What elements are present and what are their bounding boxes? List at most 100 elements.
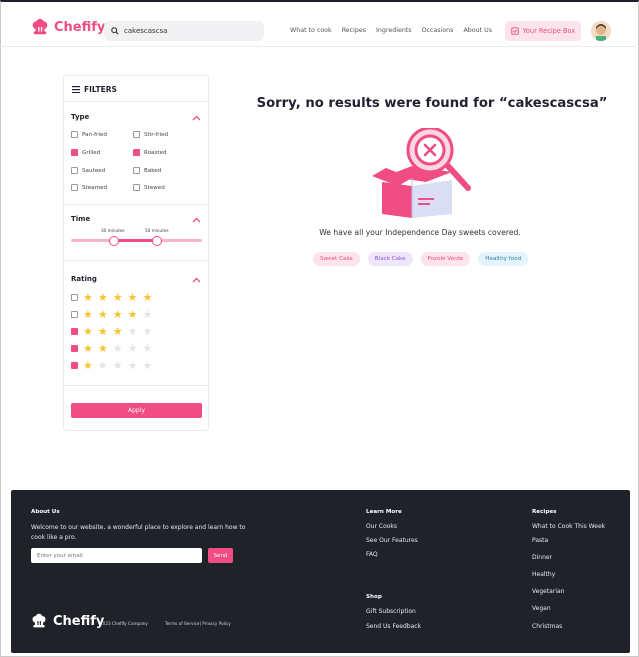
nav-about-us[interactable]: About Us	[463, 27, 492, 34]
checkbox[interactable]	[71, 184, 78, 191]
star-empty-icon: ★	[112, 342, 123, 355]
footer-learn-title: Learn More	[366, 509, 402, 515]
star-filled-icon: ★	[83, 359, 93, 372]
type-section-title: Type	[71, 113, 90, 121]
star-filled-icon: ★	[83, 308, 93, 321]
star-filled-icon: ★	[83, 291, 93, 304]
footer-link-features[interactable]: See Our Features	[366, 537, 418, 544]
footer: About Us Welcome to our website, a wonde…	[11, 490, 630, 653]
chevron-up-icon[interactable]	[192, 217, 201, 223]
recipe-box-icon	[511, 27, 519, 35]
footer-about-text-1: Welcome to our website, a wonderful plac…	[31, 524, 246, 531]
footer-link-our-cooks[interactable]: Our Cooks	[366, 523, 397, 530]
type-option-stir-fried[interactable]: Stir-fried	[133, 131, 168, 138]
star-filled-icon: ★	[97, 342, 108, 355]
nav-what-to-cook[interactable]: What to cook	[290, 27, 332, 34]
checkbox-checked[interactable]	[133, 149, 140, 156]
star-filled-icon: ★	[142, 291, 153, 304]
checkbox[interactable]	[133, 167, 140, 174]
top-header: Chefify What to cook Recipes Ingredients…	[0, 2, 639, 47]
tag-sweet-cake[interactable]: Sweet Cake	[313, 252, 360, 266]
filters-title: FILTERS	[84, 85, 117, 94]
chevron-up-icon[interactable]	[192, 115, 201, 121]
footer-link-gift[interactable]: Gift Subscription	[366, 608, 416, 615]
rating-option-2[interactable]: ★ ★ ★ ★ ★	[71, 343, 152, 354]
checkbox[interactable]	[71, 311, 78, 318]
search-input[interactable]	[124, 27, 254, 35]
divider	[64, 385, 208, 386]
nav-recipes[interactable]: Recipes	[342, 27, 366, 34]
tag-black-cake[interactable]: Black Cake	[367, 252, 413, 266]
footer-link-feedback[interactable]: Send Us Feedback	[366, 623, 421, 630]
checkbox[interactable]	[133, 131, 140, 138]
type-option-grilled[interactable]: Grilled	[71, 149, 100, 156]
tag-healthy-food[interactable]: Healthy food	[478, 252, 529, 266]
recipe-box-label: Your Recipe Box	[522, 27, 576, 35]
user-avatar[interactable]	[591, 21, 611, 41]
rating-option-4[interactable]: ★ ★ ★ ★ ★	[71, 309, 152, 320]
footer-shop-title: Shop	[366, 594, 382, 600]
checkbox-checked[interactable]	[71, 149, 78, 156]
star-empty-icon: ★	[142, 342, 153, 355]
footer-send-button[interactable]: Send	[208, 548, 233, 563]
chevron-up-icon[interactable]	[192, 277, 201, 283]
footer-link-vegan[interactable]: Vegan	[532, 605, 551, 612]
checkbox-checked[interactable]	[71, 362, 78, 369]
chef-hat-icon	[32, 613, 46, 628]
footer-brand-name: Chefify	[53, 613, 105, 629]
star-filled-icon: ★	[112, 291, 123, 304]
footer-link-what-to-cook[interactable]: What to Cook This Week	[532, 523, 605, 530]
footer-about-text-2: cook like a pro.	[31, 534, 77, 541]
type-option-stewed[interactable]: Stewed	[133, 184, 165, 191]
star-filled-icon: ★	[127, 308, 138, 321]
star-empty-icon: ★	[142, 325, 153, 338]
star-empty-icon: ★	[142, 308, 153, 321]
star-empty-icon: ★	[142, 359, 153, 372]
rating-option-3[interactable]: ★ ★ ★ ★ ★	[71, 326, 152, 337]
rating-option-5[interactable]: ★ ★ ★ ★ ★	[71, 292, 152, 303]
footer-brand-logo[interactable]: Chefify	[31, 613, 104, 629]
footer-link-christmas[interactable]: Christmas	[532, 623, 562, 630]
footer-link-dinner[interactable]: Dinner	[532, 554, 552, 561]
tag-pozole-verde[interactable]: Pozole Verde	[420, 252, 471, 266]
footer-link-faq[interactable]: FAQ	[366, 551, 378, 558]
type-option-baked[interactable]: Baked	[133, 167, 161, 174]
checkbox[interactable]	[133, 184, 140, 191]
no-results-heading: Sorry, no results were found for “cakesc…	[256, 96, 608, 111]
footer-about-title: About Us	[31, 509, 60, 515]
footer-link-pasta[interactable]: Pasta	[532, 537, 548, 544]
nav-occasions[interactable]: Occasions	[422, 27, 454, 34]
chef-hat-icon	[32, 18, 48, 35]
checkbox-checked[interactable]	[71, 345, 78, 352]
type-option-pan-fried[interactable]: Pan-fried	[71, 131, 107, 138]
apply-button[interactable]: Apply	[71, 403, 202, 418]
type-option-roasted[interactable]: Roasted	[133, 149, 167, 156]
time-slider-min-handle[interactable]	[109, 236, 119, 246]
rating-option-1[interactable]: ★ ★ ★ ★ ★	[71, 360, 152, 371]
star-empty-icon: ★	[112, 359, 123, 372]
star-filled-icon: ★	[97, 308, 108, 321]
search-bar[interactable]	[104, 21, 264, 41]
nav-ingredients[interactable]: Ingredients	[376, 27, 412, 34]
type-option-sauteed[interactable]: Sauteed	[71, 167, 105, 174]
time-slider-max-handle[interactable]	[152, 236, 162, 246]
type-option-steamed[interactable]: Steamed	[71, 184, 107, 191]
checkbox[interactable]	[71, 167, 78, 174]
no-results-subtext: We have all your Independence Day sweets…	[319, 228, 521, 237]
star-filled-icon: ★	[97, 291, 108, 304]
footer-link-healthy[interactable]: Healthy	[532, 571, 555, 578]
checkbox[interactable]	[71, 294, 78, 301]
divider	[64, 260, 208, 261]
brand-logo[interactable]: Chefify	[31, 18, 105, 36]
search-icon	[111, 27, 119, 35]
checkbox[interactable]	[71, 131, 78, 138]
footer-email-input[interactable]	[31, 548, 202, 563]
star-filled-icon: ★	[83, 342, 93, 355]
star-filled-icon: ★	[112, 325, 123, 338]
footer-terms-link[interactable]: Terms of Service| Privacy Policy	[165, 621, 231, 626]
filters-header: FILTERS	[72, 85, 117, 94]
checkbox-checked[interactable]	[71, 328, 78, 335]
recipe-box-button[interactable]: Your Recipe Box	[505, 21, 581, 41]
time-slider-range	[114, 239, 157, 242]
footer-link-vegetarian[interactable]: Vegetarian	[532, 588, 564, 595]
